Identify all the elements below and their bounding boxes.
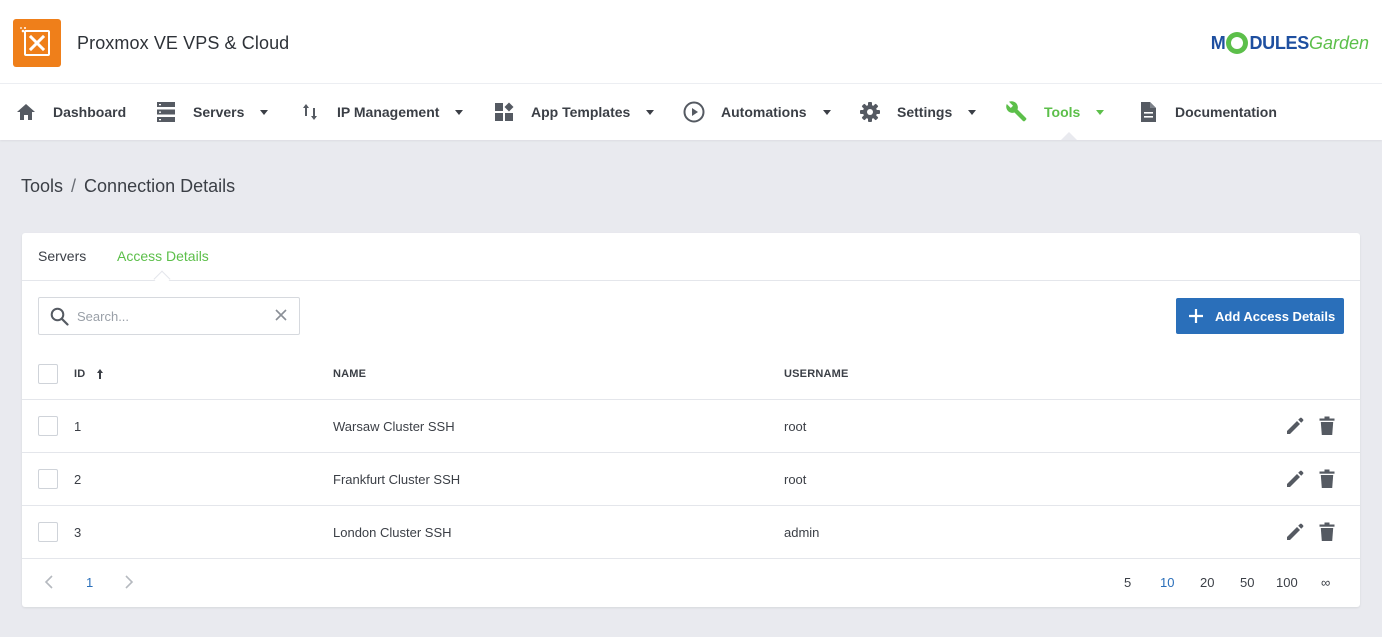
row-checkbox[interactable]	[38, 416, 58, 436]
cell-username: root	[784, 472, 807, 487]
tab-access-details[interactable]: Access Details	[117, 248, 209, 264]
search-input[interactable]	[77, 306, 257, 326]
delete-icon[interactable]	[1319, 416, 1335, 441]
breadcrumb: Tools / Connection Details	[21, 176, 235, 197]
breadcrumb-current: Connection Details	[84, 176, 236, 196]
add-access-details-button[interactable]: Add Access Details	[1176, 298, 1344, 334]
app-logo	[13, 19, 61, 67]
modulesgarden-logo: M DULES Garden	[1211, 31, 1369, 55]
page-size-option[interactable]: 10	[1160, 575, 1174, 590]
cell-username: root	[784, 419, 807, 434]
document-icon	[1137, 101, 1159, 123]
breadcrumb-separator: /	[71, 176, 77, 196]
nav-label: Servers	[193, 104, 245, 120]
connection-details-card: Servers Access Details Add Access Detail…	[22, 233, 1360, 607]
app-header: Proxmox VE VPS & Cloud M DULES Garden	[0, 0, 1382, 84]
select-all-checkbox[interactable]	[38, 364, 58, 384]
next-page-icon[interactable]	[124, 575, 134, 594]
column-header-id[interactable]: ID	[74, 368, 85, 380]
tab-bar: Servers Access Details	[22, 233, 1360, 288]
nav-active-pointer	[1061, 132, 1077, 140]
delete-icon[interactable]	[1319, 522, 1335, 547]
chevron-down-icon	[260, 109, 269, 115]
servers-icon	[155, 101, 177, 123]
table-row: 1 Warsaw Cluster SSH root	[22, 400, 1360, 453]
nav-item-servers[interactable]: Servers	[155, 84, 269, 140]
cell-name: Warsaw Cluster SSH	[333, 419, 455, 434]
page-size-option[interactable]: 100	[1276, 575, 1298, 590]
previous-page-icon[interactable]	[44, 575, 54, 594]
table-header: ID NAME USERNAME	[22, 347, 1360, 400]
nav-label: Settings	[897, 104, 953, 120]
page-size-option[interactable]: 50	[1240, 575, 1254, 590]
page-size-option[interactable]: ∞	[1321, 575, 1330, 590]
arrows-up-down-icon	[299, 101, 321, 123]
nav-item-settings[interactable]: Settings	[859, 84, 977, 140]
cell-name: Frankfurt Cluster SSH	[333, 472, 461, 487]
sort-ascending-icon[interactable]	[95, 367, 105, 385]
page-size-option[interactable]: 20	[1200, 575, 1214, 590]
nav-label: Tools	[1044, 104, 1081, 120]
delete-icon[interactable]	[1319, 469, 1335, 494]
cell-id: 1	[74, 419, 82, 434]
clear-search-icon[interactable]	[274, 308, 288, 327]
cell-name: London Cluster SSH	[333, 525, 452, 540]
app-title: Proxmox VE VPS & Cloud	[77, 33, 290, 53]
chevron-down-icon	[455, 109, 464, 115]
search-box	[38, 297, 300, 335]
nav-item-ip-management[interactable]: IP Management	[299, 84, 464, 140]
nav-label: Dashboard	[53, 104, 127, 120]
brand-text-part3: Garden	[1308, 32, 1369, 53]
tab-servers[interactable]: Servers	[38, 248, 86, 264]
wrench-icon	[1006, 101, 1028, 123]
page-number[interactable]: 1	[86, 575, 93, 590]
edit-icon[interactable]	[1285, 416, 1305, 441]
nav-item-automations[interactable]: Automations	[683, 84, 831, 140]
breadcrumb-parent[interactable]: Tools	[21, 176, 63, 197]
chevron-down-icon	[968, 109, 977, 115]
row-checkbox[interactable]	[38, 469, 58, 489]
nav-label: Automations	[721, 104, 807, 120]
nav-item-dashboard[interactable]: Dashboard	[15, 84, 126, 140]
nav-label: IP Management	[337, 104, 440, 120]
pagination: 1 5 10 20 50 100 ∞	[22, 559, 1360, 607]
nav-item-app-templates[interactable]: App Templates	[493, 84, 655, 140]
cell-id: 3	[74, 525, 82, 540]
table-row: 2 Frankfurt Cluster SSH root	[22, 453, 1360, 506]
edit-icon[interactable]	[1285, 522, 1305, 547]
chevron-down-icon	[646, 109, 655, 115]
search-icon	[50, 307, 69, 331]
plus-icon	[1189, 309, 1203, 323]
nav-label: App Templates	[531, 104, 631, 120]
column-header-name[interactable]: NAME	[333, 368, 366, 380]
play-circle-icon	[683, 101, 705, 123]
edit-icon[interactable]	[1285, 469, 1305, 494]
row-checkbox[interactable]	[38, 522, 58, 542]
cell-username: admin	[784, 525, 820, 540]
main-nav: Dashboard Servers IP Management App Temp…	[0, 84, 1382, 140]
cell-id: 2	[74, 472, 82, 487]
brand-gear-icon	[1226, 32, 1249, 54]
home-icon	[15, 101, 37, 123]
add-access-details-label: Add Access Details	[1215, 308, 1336, 324]
proxmox-logo-icon	[20, 27, 50, 56]
chevron-down-icon	[822, 109, 831, 115]
column-header-username[interactable]: USERNAME	[784, 368, 849, 380]
nav-label: Documentation	[1175, 104, 1277, 120]
gear-icon	[859, 101, 881, 123]
nav-item-documentation[interactable]: Documentation	[1137, 84, 1277, 140]
brand-text-part1: M	[1210, 32, 1226, 53]
table-row: 3 London Cluster SSH admin	[22, 506, 1360, 559]
tab-active-pointer	[153, 270, 171, 288]
brand-text-part2: DULES	[1249, 32, 1309, 53]
nav-item-tools[interactable]: Tools	[1006, 84, 1105, 140]
widgets-icon	[493, 101, 515, 123]
page-size-option[interactable]: 5	[1124, 575, 1131, 590]
chevron-down-icon	[1096, 109, 1105, 115]
